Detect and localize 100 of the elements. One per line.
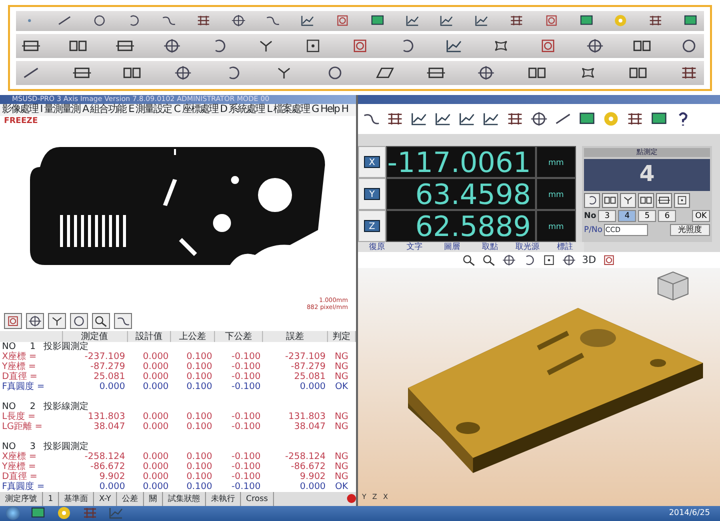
line-icon[interactable] xyxy=(554,111,572,127)
circle-crosshair-icon[interactable] xyxy=(530,111,548,127)
tab[interactable]: 文字 xyxy=(396,242,434,252)
chart-icon[interactable] xyxy=(404,14,420,28)
curve-icon[interactable] xyxy=(116,315,130,328)
tab[interactable]: 取點 xyxy=(471,242,509,252)
tab[interactable]: 復原 xyxy=(358,242,396,252)
table-cell-text: 9.902 xyxy=(98,472,126,482)
circle-crosshair-icon[interactable] xyxy=(28,315,42,328)
table-cell: 0.100 xyxy=(170,482,214,492)
ok-button[interactable]: OK xyxy=(692,210,710,222)
table-cell-text: 0.000 xyxy=(142,462,170,472)
circle-crosshair-icon[interactable] xyxy=(502,254,516,266)
grid-icon[interactable] xyxy=(386,111,404,127)
rectangle-icon[interactable] xyxy=(658,195,670,206)
menu-item[interactable]: 組合功能 E xyxy=(90,104,134,116)
double-rectangle-icon[interactable] xyxy=(604,195,616,206)
circle-icon[interactable] xyxy=(680,38,698,54)
light-button[interactable]: 光照度 xyxy=(670,224,710,236)
menu-item[interactable]: Help H xyxy=(320,104,348,116)
circle-icon[interactable] xyxy=(92,14,107,28)
grid-icon[interactable] xyxy=(196,14,211,28)
zoom-icon[interactable] xyxy=(462,254,476,266)
rectangle-icon[interactable] xyxy=(72,65,91,81)
chart-icon[interactable] xyxy=(458,111,476,127)
target-icon[interactable] xyxy=(544,14,559,28)
monitor-icon[interactable] xyxy=(370,14,385,28)
menu-item[interactable]: 測量設定 C xyxy=(136,104,180,116)
chart-icon[interactable] xyxy=(439,14,454,28)
monitor-icon[interactable] xyxy=(578,14,594,28)
menu-item[interactable]: 座標處理 D xyxy=(182,104,227,116)
chart-icon[interactable] xyxy=(482,111,500,127)
number-button[interactable]: 6 xyxy=(658,210,676,222)
grid-icon[interactable] xyxy=(508,14,524,28)
double-rectangle-icon[interactable] xyxy=(528,65,546,81)
3d-mode-button[interactable]: 3D xyxy=(582,252,596,268)
v-shape-icon[interactable] xyxy=(257,38,275,54)
grid-icon[interactable] xyxy=(648,14,664,28)
number-button[interactable]: 4 xyxy=(618,210,636,222)
circle-crosshair-icon[interactable] xyxy=(586,38,604,54)
number-button[interactable]: 3 xyxy=(598,210,616,222)
tab[interactable]: 標註 xyxy=(546,242,584,252)
target-icon[interactable] xyxy=(335,14,350,28)
circle-crosshair-icon[interactable] xyxy=(230,14,246,28)
circle-crosshair-icon[interactable] xyxy=(477,65,496,81)
circle-crosshair-icon[interactable] xyxy=(174,65,192,81)
disc-icon[interactable] xyxy=(56,506,72,520)
v-shape-icon[interactable] xyxy=(622,195,634,206)
chart-icon[interactable] xyxy=(434,111,452,127)
rectangle-icon[interactable] xyxy=(116,38,134,54)
start-button[interactable] xyxy=(6,506,20,520)
target-icon[interactable] xyxy=(602,254,616,266)
double-rectangle-icon[interactable] xyxy=(123,65,142,81)
monitor-icon[interactable] xyxy=(578,111,596,127)
double-rectangle-icon[interactable] xyxy=(633,38,651,54)
double-rectangle-icon[interactable] xyxy=(629,65,648,81)
judgement-cell-text: NG xyxy=(334,352,350,362)
judgement-cell-text: NG xyxy=(334,412,350,422)
target-icon[interactable] xyxy=(6,315,20,328)
rectangle-icon[interactable] xyxy=(22,38,40,54)
zoom-icon[interactable] xyxy=(94,315,108,328)
double-rectangle-icon[interactable] xyxy=(69,38,87,54)
circle-crosshair-icon[interactable] xyxy=(562,254,576,266)
tab[interactable]: 取光源 xyxy=(508,242,546,252)
curve-icon[interactable] xyxy=(265,14,280,28)
chart-icon[interactable] xyxy=(410,111,428,127)
no-label: No xyxy=(584,210,596,222)
grid-icon[interactable] xyxy=(680,65,698,81)
circle-icon[interactable] xyxy=(72,315,86,328)
table-cell-text: 0.000 xyxy=(142,352,170,362)
zoom-icon[interactable] xyxy=(482,254,496,266)
v-shape-icon[interactable] xyxy=(50,315,64,328)
target-icon[interactable] xyxy=(539,38,557,54)
grid-icon[interactable] xyxy=(506,111,524,127)
circle-icon[interactable] xyxy=(326,65,344,81)
table-cell: 0.000 xyxy=(62,482,128,492)
tab[interactable]: 圖層 xyxy=(433,242,472,252)
chart-icon[interactable] xyxy=(445,38,463,54)
menu-item[interactable]: 影像處理 I xyxy=(2,104,42,116)
parallelogram-icon[interactable] xyxy=(376,65,394,81)
line-icon[interactable] xyxy=(56,14,72,28)
double-rectangle-icon[interactable] xyxy=(640,195,652,206)
target-icon[interactable] xyxy=(351,38,369,54)
chart-icon[interactable] xyxy=(300,14,316,28)
circle-crosshair-icon[interactable] xyxy=(163,38,181,54)
chart-icon[interactable] xyxy=(474,14,490,28)
curve-icon[interactable] xyxy=(362,111,380,127)
menu-item[interactable]: 量測量測 A xyxy=(44,104,88,116)
monitor-icon[interactable] xyxy=(682,14,698,28)
monitor-icon[interactable] xyxy=(650,111,668,127)
view-cube-icon[interactable] xyxy=(658,271,688,301)
menu-item[interactable]: 檔案處理 G xyxy=(273,104,318,116)
rectangle-icon[interactable] xyxy=(426,65,445,81)
menu-item[interactable]: 系統處理 L xyxy=(228,104,272,116)
number-button[interactable]: 5 xyxy=(638,210,656,222)
cross-shape-icon[interactable] xyxy=(492,38,510,54)
table-cell-text: -0.100 xyxy=(230,472,262,482)
curve-icon[interactable] xyxy=(161,14,176,28)
line-icon[interactable] xyxy=(22,65,40,81)
grid-icon[interactable] xyxy=(626,111,644,127)
